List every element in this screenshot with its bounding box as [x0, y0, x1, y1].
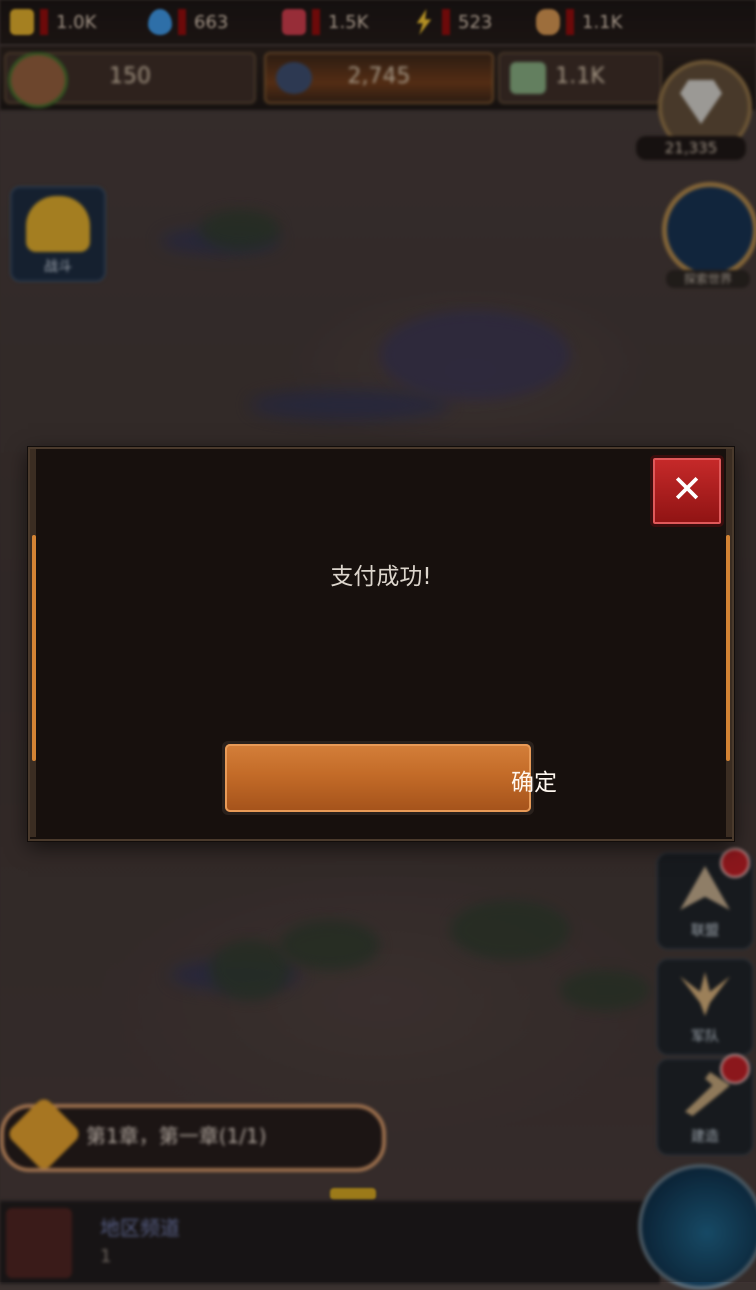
confirm-button[interactable]: 确定: [222, 741, 557, 815]
payment-dialog: ✕ 支付成功! 确定: [28, 447, 734, 841]
dialog-message: 支付成功!: [330, 564, 432, 590]
close-icon: ✕: [671, 467, 703, 511]
confirm-button-label: 确定: [511, 769, 557, 795]
close-button[interactable]: ✕: [650, 455, 724, 527]
